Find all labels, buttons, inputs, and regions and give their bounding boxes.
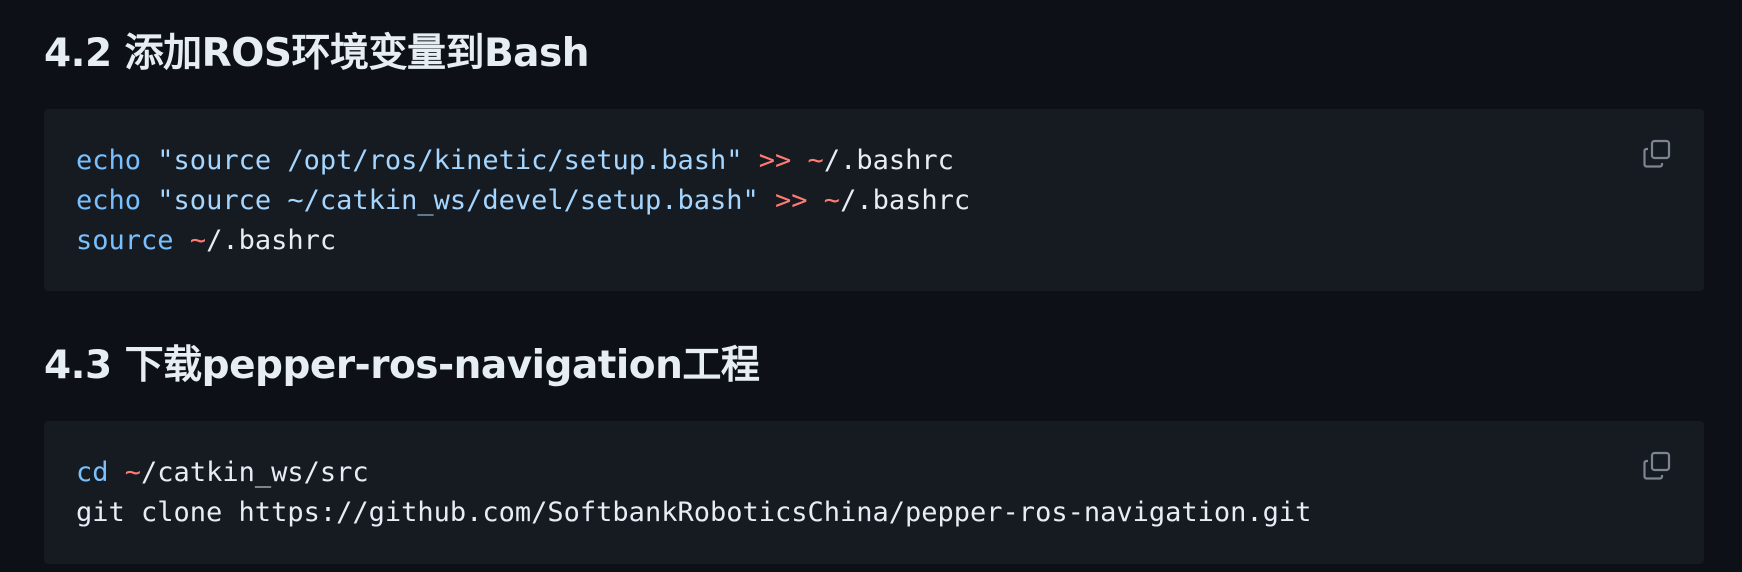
code-token-plain: /.bashrc	[823, 145, 954, 176]
copy-button[interactable]	[1640, 137, 1674, 171]
code-block: echo "source /opt/ros/kinetic/setup.bash…	[44, 109, 1704, 291]
copy-icon	[1642, 139, 1672, 169]
section-title: 4.2 添加ROS环境变量到Bash	[44, 31, 589, 76]
copy-icon	[1642, 451, 1672, 481]
copy-button[interactable]	[1640, 449, 1674, 483]
code-line: echo "source ~/catkin_ws/devel/setup.bas…	[76, 181, 970, 221]
code-content: cd ~/catkin_ws/srcgit clone https://gith…	[76, 453, 1311, 533]
code-block: cd ~/catkin_ws/srcgit clone https://gith…	[44, 421, 1704, 564]
code-line: echo "source /opt/ros/kinetic/setup.bash…	[76, 141, 970, 181]
code-token-op: ~	[823, 185, 841, 216]
code-token-op: >>	[775, 185, 808, 216]
code-token-kw: echo	[76, 145, 142, 176]
code-content: echo "source /opt/ros/kinetic/setup.bash…	[76, 141, 970, 261]
code-token-op: ~	[124, 457, 142, 488]
code-line: git clone https://github.com/SoftbankRob…	[76, 493, 1311, 533]
code-token-kw: source	[76, 225, 174, 256]
code-token-op: ~	[189, 225, 207, 256]
code-token-str: "source ~/catkin_ws/devel/setup.bash"	[157, 185, 759, 216]
code-token-str: "source /opt/ros/kinetic/setup.bash"	[157, 145, 743, 176]
code-token-op: >>	[758, 145, 792, 176]
code-token-kw: echo	[76, 185, 142, 216]
code-token-op: ~	[807, 145, 824, 176]
section-title: 4.3 下载pepper-ros-navigation工程	[44, 343, 760, 388]
code-token-plain: git clone https://github.com/SoftbankRob…	[76, 497, 1312, 528]
code-line: source ~/.bashrc	[76, 221, 970, 261]
code-token-plain: /.bashrc	[206, 225, 337, 256]
code-token-plain: /catkin_ws/src	[141, 457, 369, 488]
code-line: cd ~/catkin_ws/src	[76, 453, 1311, 493]
code-token-plain: /.bashrc	[840, 185, 971, 216]
code-token-kw: cd	[76, 457, 109, 488]
